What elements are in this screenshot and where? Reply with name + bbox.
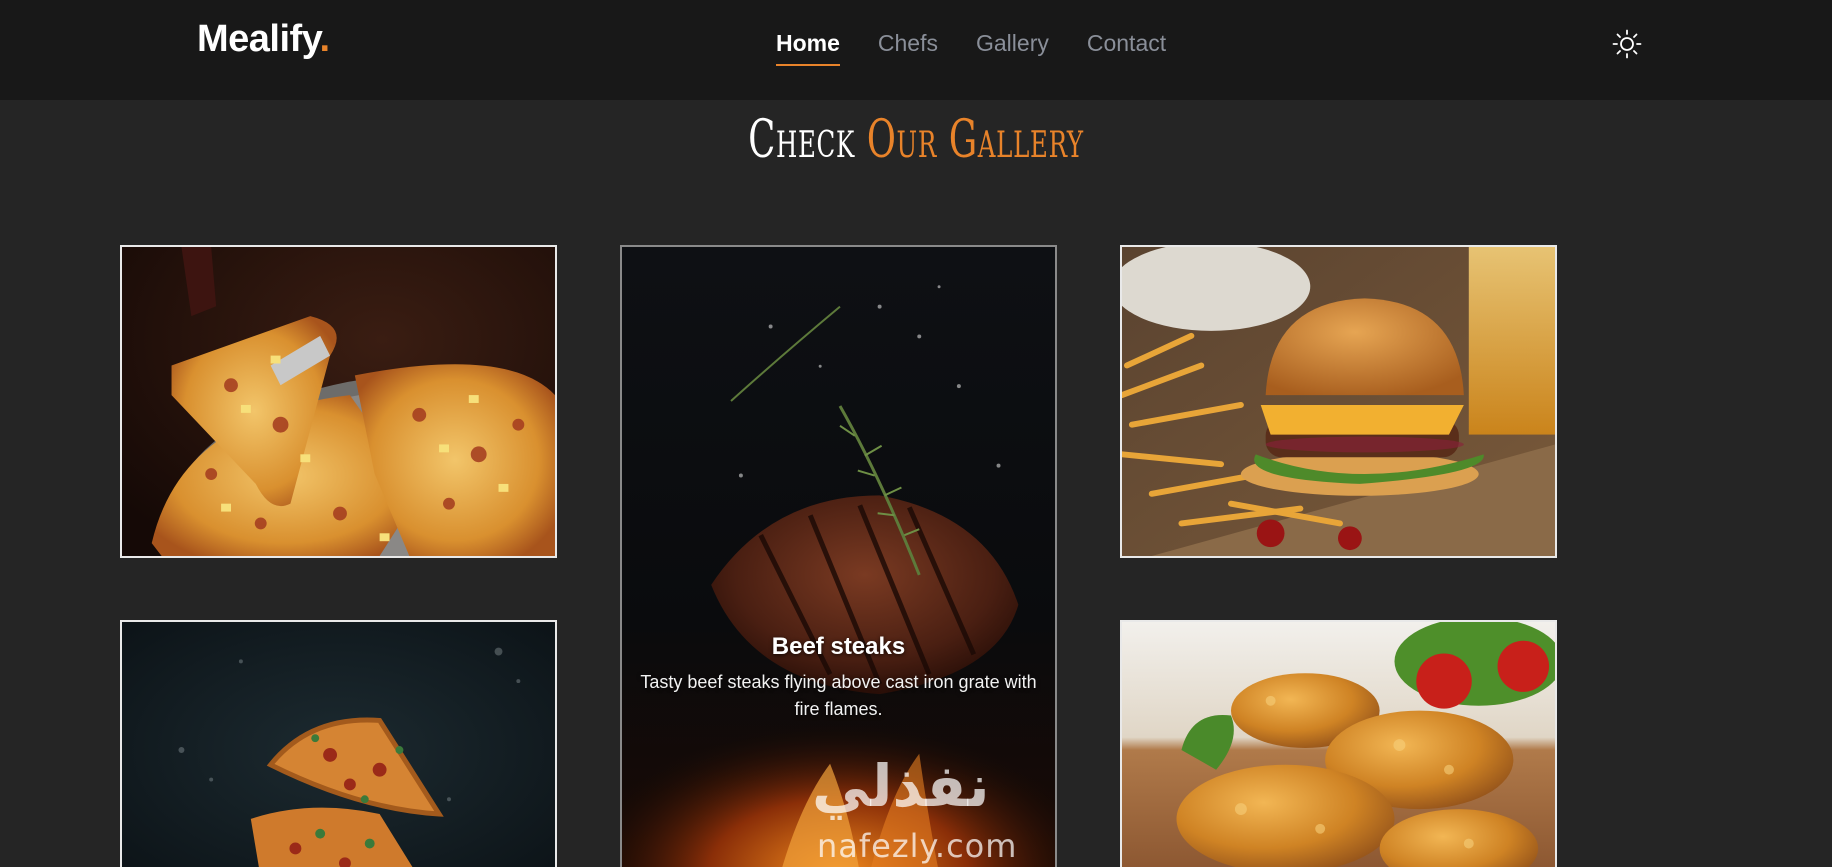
gallery-item-fried-chicken[interactable] <box>1120 620 1557 867</box>
pizza-image <box>122 247 555 556</box>
gallery-item-pizza[interactable] <box>120 245 557 558</box>
nav-home-link[interactable]: Home <box>776 30 840 66</box>
site-header: Mealify. Home Chefs Gallery Contact <box>0 0 1832 100</box>
gallery-item-burger[interactable] <box>1120 245 1557 558</box>
gallery-section-title: Check Our Gallery <box>293 110 1539 170</box>
flying-pizza-image <box>122 622 555 867</box>
gallery-item-beef-steaks[interactable]: Beef steaks Tasty beef steaks flying abo… <box>620 245 1057 867</box>
nav-chefs-link[interactable]: Chefs <box>878 30 938 66</box>
nav-contact-link[interactable]: Contact <box>1087 30 1166 66</box>
title-part-accent: Our Gallery <box>866 110 1084 170</box>
theme-toggle-button[interactable] <box>1612 29 1642 59</box>
gallery-item-flying-pizza[interactable] <box>120 620 557 867</box>
watermark-url: nafezly.com <box>817 827 1018 865</box>
sun-icon <box>1612 29 1642 59</box>
burger-image <box>1122 247 1555 556</box>
gallery-item-description: Tasty beef steaks flying above cast iron… <box>640 672 1037 719</box>
logo[interactable]: Mealify. <box>197 18 330 61</box>
fried-chicken-image <box>1122 622 1555 867</box>
main-nav: Home Chefs Gallery Contact <box>776 30 1166 66</box>
nav-gallery-link[interactable]: Gallery <box>976 30 1049 66</box>
gallery-item-title: Beef steaks <box>771 633 906 660</box>
title-part-white: Check <box>748 110 855 170</box>
watermark-arabic-logo: نفذلي <box>812 752 990 820</box>
